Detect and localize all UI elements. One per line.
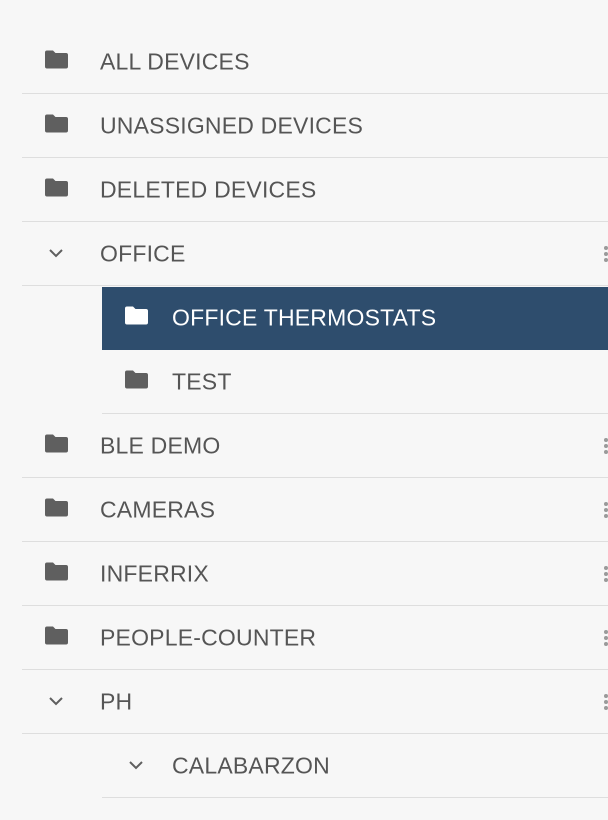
folder-icon [44, 498, 69, 523]
tree-item-label: BLE DEMO [100, 432, 221, 459]
tree-item-label: UNASSIGNED DEVICES [100, 112, 364, 139]
folder-icon [124, 370, 149, 395]
folder-icon [44, 562, 69, 587]
more-options-icon[interactable] [603, 566, 608, 582]
folder-icon [44, 114, 69, 139]
tree-item-label: INFERRIX [100, 560, 209, 587]
folder-icon [44, 434, 69, 459]
tree-item-label: TEST [172, 368, 232, 395]
tree-item-test[interactable]: TEST [102, 351, 608, 414]
tree-item-calabarzon[interactable]: CALABARZON [102, 735, 608, 798]
tree-item-all-devices[interactable]: ALL DEVICES [22, 31, 608, 94]
tree-item-label: OFFICE [100, 240, 186, 267]
chevron-down-icon[interactable] [48, 245, 64, 263]
tree-item-deleted-devices[interactable]: DELETED DEVICES [22, 159, 608, 222]
tree-item-unassigned-devices[interactable]: UNASSIGNED DEVICES [22, 95, 608, 158]
folder-icon [44, 178, 69, 203]
folder-icon [124, 306, 149, 331]
more-options-icon[interactable] [603, 502, 608, 518]
tree-item-ble-demo[interactable]: BLE DEMO [22, 415, 608, 478]
tree-item-label: CALABARZON [172, 752, 330, 779]
tree-item-people-counter[interactable]: PEOPLE-COUNTER [22, 607, 608, 670]
tree-item-label: OFFICE THERMOSTATS [172, 304, 437, 331]
more-options-icon[interactable] [603, 246, 608, 262]
tree-item-inferrix[interactable]: INFERRIX [22, 543, 608, 606]
folder-icon [44, 50, 69, 75]
folder-icon [44, 626, 69, 651]
tree-item-label: DELETED DEVICES [100, 176, 317, 203]
tree-item-label: PEOPLE-COUNTER [100, 624, 317, 651]
tree-item-label: CAMERAS [100, 496, 216, 523]
more-options-icon[interactable] [603, 630, 608, 646]
tree-item-label: PH [100, 688, 133, 715]
tree-item-office-thermostats[interactable]: OFFICE THERMOSTATS [102, 287, 608, 350]
tree-item-office[interactable]: OFFICE [22, 223, 608, 286]
tree-item-label: ALL DEVICES [100, 48, 250, 75]
device-group-tree: ALL DEVICES UNASSIGNED DEVICES DELETED D… [0, 0, 608, 820]
chevron-down-icon[interactable] [48, 693, 64, 711]
tree-item-cameras[interactable]: CAMERAS [22, 479, 608, 542]
more-options-icon[interactable] [603, 694, 608, 710]
tree-item-ph[interactable]: PH [22, 671, 608, 734]
more-options-icon[interactable] [603, 438, 608, 454]
chevron-down-icon[interactable] [128, 757, 144, 775]
